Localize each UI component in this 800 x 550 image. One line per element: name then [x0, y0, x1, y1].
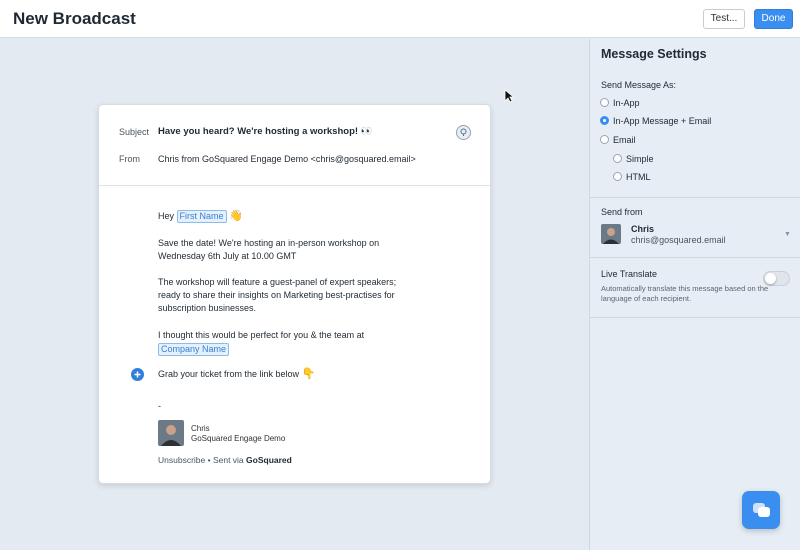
- paragraph-2-line-2: ready to share their insights on Marketi…: [158, 290, 395, 300]
- panel-title: Message Settings: [601, 47, 707, 61]
- radio-simple[interactable]: [613, 154, 622, 163]
- message-settings-panel: Message Settings Send Message As: In-App…: [589, 39, 800, 550]
- divider: [590, 197, 800, 198]
- signature-dash: -: [158, 401, 161, 411]
- radio-email-label[interactable]: Email: [613, 135, 636, 145]
- radio-in-app[interactable]: [600, 98, 609, 107]
- done-button[interactable]: Done: [754, 9, 793, 29]
- unsubscribe-link[interactable]: Unsubscribe • Sent via: [158, 455, 246, 465]
- chat-launcher-button[interactable]: [742, 491, 780, 529]
- signature-name: Chris: [191, 424, 210, 433]
- greeting-text: Hey: [158, 211, 175, 221]
- radio-html-label[interactable]: HTML: [626, 172, 651, 182]
- company-name-merge-tag[interactable]: Company Name: [158, 343, 230, 356]
- live-translate-toggle[interactable]: [763, 271, 790, 286]
- paragraph-3[interactable]: I thought this would be perfect for you …: [158, 329, 364, 356]
- sender-name[interactable]: Chris: [631, 224, 654, 234]
- sender-email[interactable]: chris@gosquared.email: [631, 235, 726, 245]
- divider: [590, 257, 800, 258]
- page-title: New Broadcast: [13, 9, 136, 28]
- radio-in-app-email[interactable]: [600, 116, 609, 125]
- divider: [590, 317, 800, 318]
- subject-label: Subject: [119, 127, 150, 137]
- footer-brand: GoSquared: [246, 455, 292, 465]
- paragraph-2[interactable]: The workshop will feature a guest-panel …: [158, 276, 396, 315]
- cta-line[interactable]: Grab your ticket from the link below 👇: [158, 368, 315, 381]
- wave-emoji: 👋: [229, 210, 243, 222]
- test-button[interactable]: Test...: [703, 9, 745, 29]
- add-block-button[interactable]: [131, 368, 144, 381]
- send-as-label: Send Message As:: [601, 80, 677, 90]
- mouse-cursor-icon: [504, 89, 514, 103]
- cta-text: Grab your ticket from the link below: [158, 369, 300, 379]
- paragraph-1[interactable]: Save the date! We're hosting an in-perso…: [158, 237, 379, 263]
- email-footer: Unsubscribe • Sent via GoSquared: [158, 455, 292, 465]
- plus-icon: [134, 371, 141, 378]
- avatar: [601, 224, 621, 244]
- radio-simple-label[interactable]: Simple: [626, 154, 654, 164]
- email-preview-card: Subject Have you heard? We're hosting a …: [98, 104, 491, 484]
- paragraph-2-line-3: subscription businesses.: [158, 303, 257, 313]
- first-name-merge-tag[interactable]: First Name: [176, 210, 227, 223]
- radio-in-app-label[interactable]: In-App: [613, 98, 640, 108]
- lightbulb-icon[interactable]: [456, 125, 471, 140]
- radio-email[interactable]: [600, 135, 609, 144]
- paragraph-2-line-1: The workshop will feature a guest-panel …: [158, 277, 397, 287]
- avatar: [158, 420, 184, 446]
- paragraph-3-line-1: I thought this would be perfect for you …: [158, 330, 365, 340]
- live-translate-description: Automatically translate this message bas…: [601, 284, 769, 303]
- top-bar: New Broadcast Test... Done: [0, 0, 800, 38]
- paragraph-1-line-2: Wednesday 6th July at 10.00 GMT: [158, 251, 297, 261]
- chat-icon: [753, 503, 770, 517]
- radio-in-app-email-label[interactable]: In-App Message + Email: [613, 116, 711, 126]
- live-translate-title: Live Translate: [601, 269, 658, 279]
- from-field[interactable]: Chris from GoSquared Engage Demo <chris@…: [158, 154, 416, 164]
- subject-field[interactable]: Have you heard? We're hosting a workshop…: [158, 126, 373, 137]
- toggle-knob: [765, 273, 776, 284]
- from-label: From: [119, 154, 140, 164]
- radio-html[interactable]: [613, 172, 622, 181]
- point-down-emoji: 👇: [301, 368, 316, 380]
- divider: [99, 185, 490, 186]
- signature-company: GoSquared Engage Demo: [191, 434, 286, 443]
- chevron-down-icon[interactable]: ▼: [784, 231, 791, 238]
- greeting-line[interactable]: Hey First Name 👋: [158, 210, 243, 223]
- paragraph-1-line-1: Save the date! We're hosting an in-perso…: [158, 238, 380, 248]
- send-from-label: Send from: [601, 207, 643, 217]
